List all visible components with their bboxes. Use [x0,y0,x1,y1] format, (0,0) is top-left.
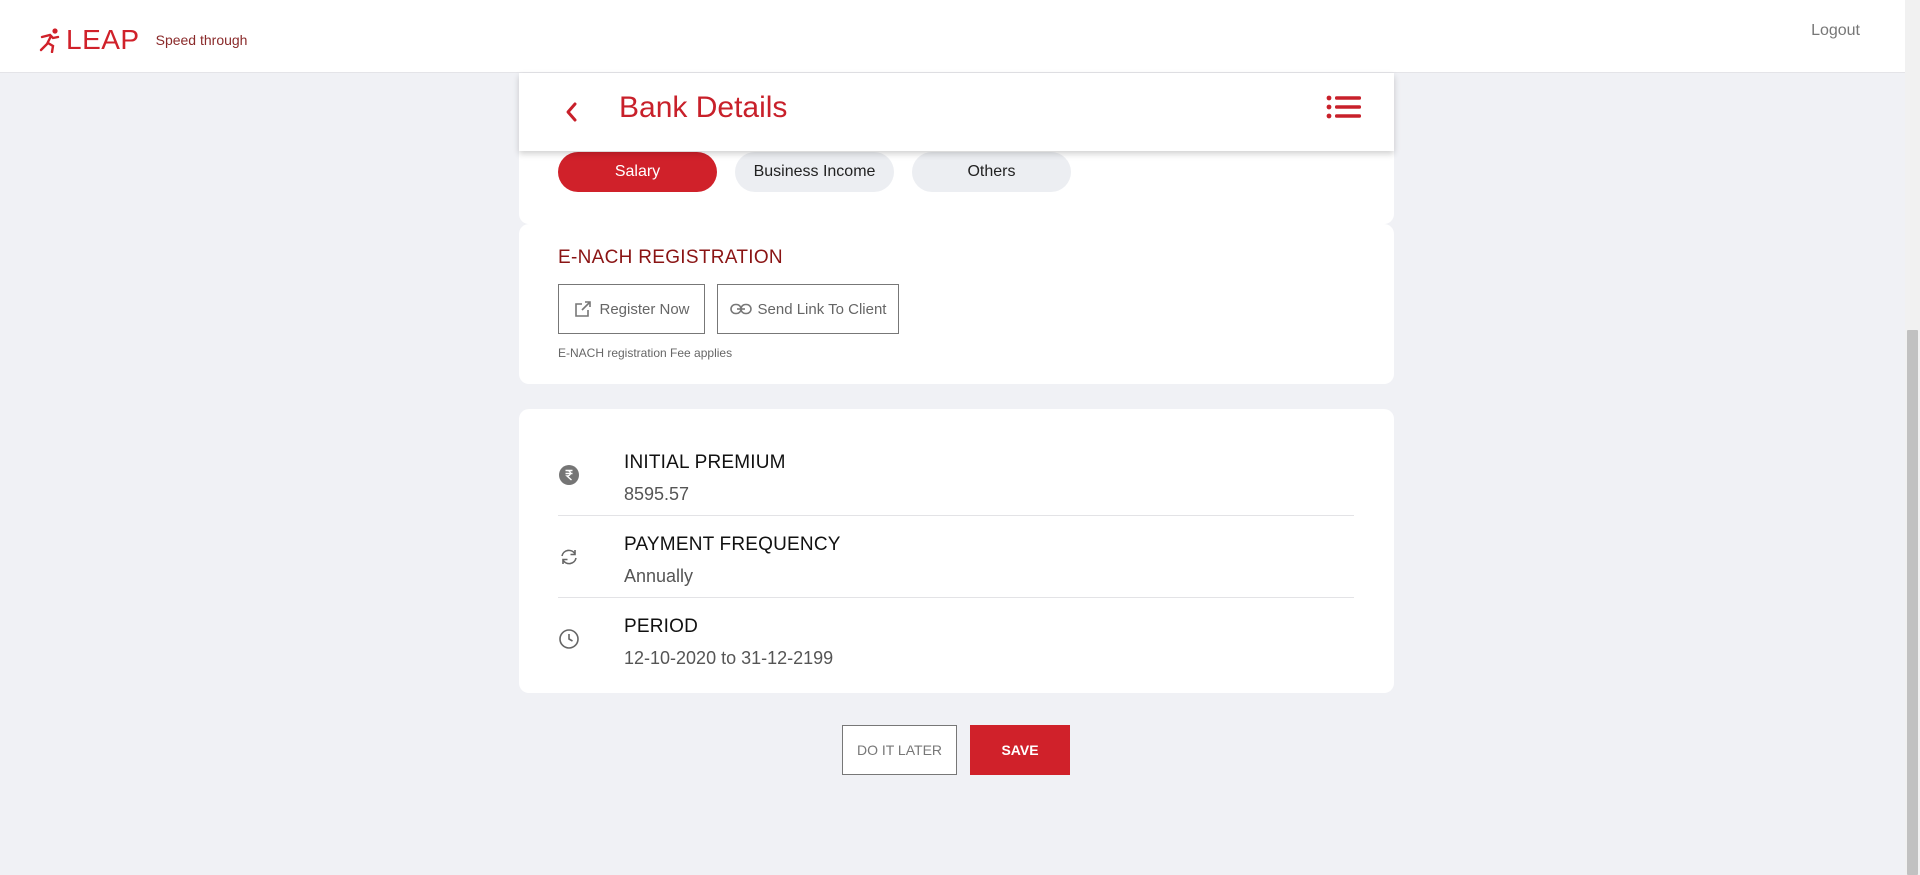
top-bar: LEAP Speed through Logout [0,0,1905,73]
external-link-icon [575,301,592,317]
send-link-button[interactable]: Send Link To Client [717,284,899,334]
brand[interactable]: LEAP Speed through [38,24,247,56]
scrollbar-thumb[interactable] [1907,330,1918,875]
rupee-icon [558,464,580,486]
enach-card: E-NACH REGISTRATION Register Now Send Li… [519,224,1394,384]
premium-summary-card: INITIAL PREMIUM 8595.57 PAYMENT FREQUENC… [519,409,1394,693]
clock-icon [558,628,580,650]
scrollbar[interactable] [1905,0,1920,875]
chevron-left-icon [566,102,577,122]
menu-button[interactable] [1326,91,1362,127]
tab-business-income[interactable]: Business Income [735,152,894,192]
send-link-label: Send Link To Client [757,300,887,318]
brand-tagline: Speed through [155,32,248,48]
tab-others[interactable]: Others [912,152,1071,192]
initial-premium-value: 8595.57 [624,484,690,504]
enach-title: E-NACH REGISTRATION [558,247,783,268]
summary-row-initial-premium: INITIAL PREMIUM 8595.57 [558,434,1354,516]
page-header: Bank Details [519,73,1394,151]
summary-row-period: PERIOD 12-10-2020 to 31-12-2199 [558,598,1354,680]
enach-fee-note: E-NACH registration Fee applies [558,346,733,360]
tab-salary[interactable]: Salary [558,152,717,192]
period-label: PERIOD [624,616,699,637]
save-button[interactable]: SAVE [970,725,1070,775]
income-type-pane: Salary Business Income Others [519,140,1394,224]
list-icon [1326,95,1361,119]
brand-name: LEAP [66,24,140,55]
link-icon [729,303,752,315]
payment-frequency-value: Annually [624,566,694,586]
refresh-icon [558,546,580,568]
register-now-button[interactable]: Register Now [558,284,705,334]
summary-row-payment-frequency: PAYMENT FREQUENCY Annually [558,516,1354,598]
page-title: Bank Details [619,91,788,124]
back-button[interactable] [557,97,587,127]
register-now-label: Register Now [599,300,690,318]
do-it-later-button[interactable]: DO IT LATER [842,725,957,775]
period-value: 12-10-2020 to 31-12-2199 [624,648,834,668]
initial-premium-label: INITIAL PREMIUM [624,452,786,473]
leap-logo-icon [38,27,62,53]
logout-link[interactable]: Logout [1811,22,1860,40]
payment-frequency-label: PAYMENT FREQUENCY [624,534,841,555]
